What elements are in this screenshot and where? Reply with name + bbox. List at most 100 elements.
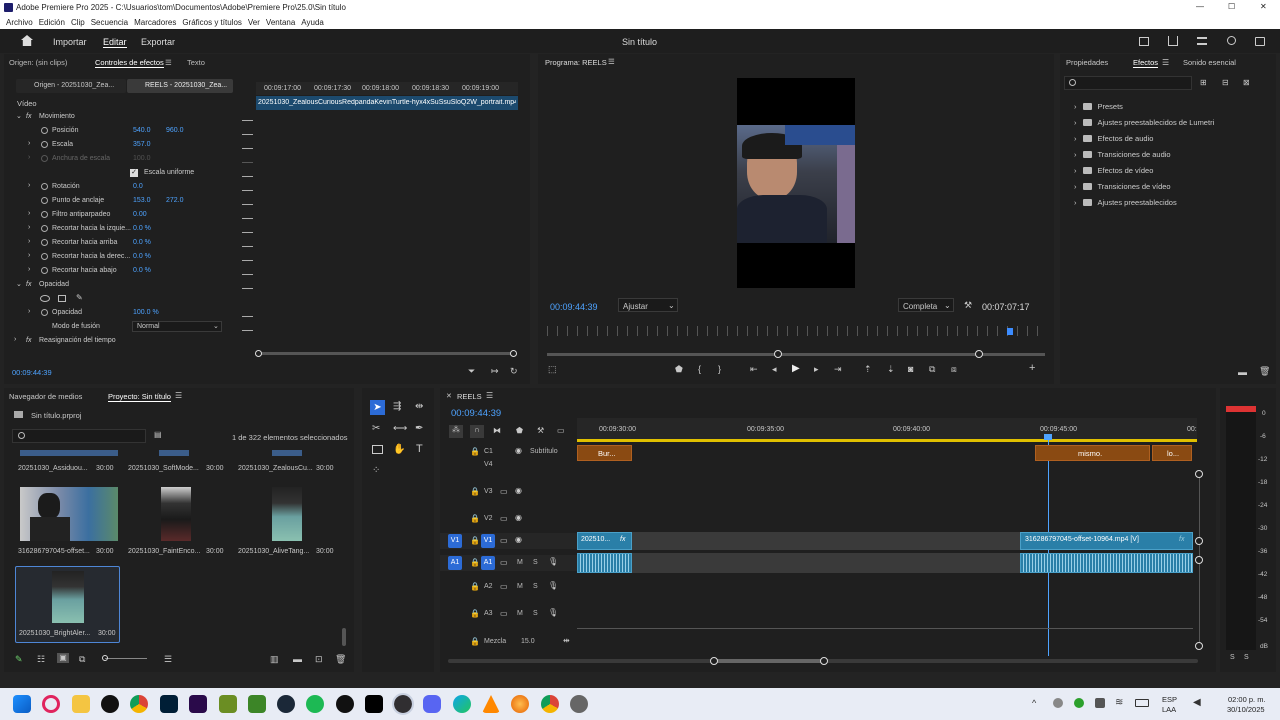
reset-icon[interactable] [242, 252, 253, 261]
opacity-row[interactable]: › Opacidad 100.0 % [4, 306, 254, 320]
tab-essential-sound[interactable]: Sonido esencial [1183, 58, 1236, 67]
timeline-zoom-handle-right[interactable] [820, 657, 828, 665]
lock-icon[interactable]: 🔒 [470, 609, 480, 618]
project-thumbnail[interactable] [272, 487, 302, 541]
caption-clip[interactable]: mismo. [1035, 445, 1150, 461]
project-thumbnail[interactable] [161, 487, 191, 541]
reset-icon[interactable] [242, 210, 253, 219]
tab-project[interactable]: Proyecto: Sin título [108, 392, 171, 402]
effects-folder-audio-transitions[interactable]: › Transiciones de audio [1074, 150, 1171, 159]
pen-tool-icon[interactable]: ✒ [415, 423, 423, 434]
tab-source[interactable]: Origen: (sin clips) [9, 58, 67, 67]
zoom-slider[interactable] [105, 658, 147, 659]
crop-bottom-row[interactable]: › Recortar hacia abajo 0.0 % [4, 264, 254, 278]
reset-icon[interactable] [242, 322, 253, 331]
panel-menu-icon[interactable]: ☰ [165, 58, 172, 67]
ec-clip-bar[interactable]: 20251030_ZealousCuriousRedpandaKevinTurt… [256, 96, 518, 110]
search-icon[interactable] [1227, 36, 1236, 45]
project-item-name[interactable]: 20251030_Assiduou... [18, 465, 88, 472]
meter-clip-indicator[interactable] [1226, 406, 1256, 412]
ripple-edit-tool-icon[interactable]: ⇹ [415, 401, 423, 412]
workspace-icon[interactable] [1139, 37, 1149, 46]
project-thumbnail[interactable] [20, 487, 118, 541]
go-to-end-icon[interactable]: ⇹ [563, 636, 570, 645]
antiflicker-row[interactable]: › Filtro antiparpadeo 0.00 [4, 208, 254, 222]
program-video-frame[interactable] [737, 78, 855, 288]
quick-export-icon[interactable] [1197, 37, 1207, 45]
source-patch-v1[interactable]: V1 [448, 534, 462, 548]
delete-icon[interactable]: 🗑 [1259, 366, 1270, 377]
tab-text[interactable]: Texto [187, 58, 205, 67]
timeline-ruler[interactable]: 00:09:30:00 00:09:35:00 00:09:40:00 00:0… [577, 418, 1197, 442]
linked-selection-icon[interactable]: ⧓ [493, 426, 501, 435]
rectangle-tool-icon[interactable] [372, 445, 383, 454]
tray-app-icon[interactable] [1053, 698, 1063, 708]
yuv-effects-icon[interactable]: ⊠ [1243, 78, 1250, 87]
project-scrollbar[interactable] [342, 628, 346, 646]
lock-icon[interactable]: 🔒 [470, 514, 480, 523]
volume-icon[interactable]: ◀ [1193, 697, 1201, 708]
program-menu-icon[interactable]: ☰ [608, 57, 615, 66]
track-target-a1[interactable]: A1 [481, 556, 495, 570]
program-ruler[interactable] [547, 326, 1045, 336]
visibility-eye-icon[interactable]: ◉ [515, 486, 522, 495]
razor-tool-icon[interactable]: ✂ [372, 423, 380, 434]
tray-app-icon-3[interactable] [1095, 698, 1105, 708]
mute-button[interactable]: M [517, 559, 523, 566]
effects-folder-audio-effects[interactable]: › Efectos de audio [1074, 134, 1153, 143]
caption-clip[interactable]: lo... [1152, 445, 1192, 461]
ellipse-mask-icon[interactable] [40, 295, 50, 302]
rect-mask-icon[interactable] [58, 295, 66, 302]
stopwatch-icon[interactable] [41, 141, 48, 148]
timeline-timecode[interactable]: 00:09:44:39 [451, 408, 501, 419]
timeline-zoom-handle-left[interactable] [710, 657, 718, 665]
timeline-settings-icon[interactable]: ⚒ [537, 426, 544, 435]
file-explorer-icon[interactable] [72, 695, 90, 713]
capcut-app-icon[interactable] [365, 695, 383, 713]
microphone-icon[interactable]: 🎙 [548, 608, 558, 617]
extract-icon[interactable]: ⇣ [887, 364, 895, 375]
program-zoom-handle-left[interactable] [774, 350, 782, 358]
source-patch-a1[interactable]: A1 [448, 556, 462, 570]
windows-start-icon[interactable] [13, 695, 31, 713]
automate-icon[interactable]: ▥ [270, 654, 279, 665]
program-zoom-bar[interactable] [547, 353, 1045, 356]
clip-tab-source[interactable]: Origen - 20251030_Zea... [16, 79, 126, 93]
reset-icon[interactable] [242, 266, 253, 275]
program-zoom-handle-right[interactable] [975, 350, 983, 358]
stopwatch-icon[interactable] [41, 309, 48, 316]
audio-clip[interactable] [1020, 553, 1193, 573]
tab-properties[interactable]: Propiedades [1066, 58, 1108, 67]
effects-folder-presets[interactable]: › Presets [1074, 102, 1123, 111]
ec-zoom-handle-right[interactable] [510, 350, 517, 357]
blend-mode-select[interactable]: Normal ⌄ [132, 321, 222, 332]
program-timecode[interactable]: 00:09:44:39 [550, 302, 598, 312]
mark-out-icon[interactable]: } [718, 364, 721, 374]
mute-button[interactable]: M [517, 583, 523, 590]
generative-extend-icon[interactable]: ⁘ [372, 465, 380, 476]
menu-secuencia[interactable]: Secuencia [91, 18, 128, 27]
menu-ver[interactable]: Ver [248, 18, 260, 27]
stopwatch-icon[interactable] [41, 127, 48, 134]
slip-tool-icon[interactable]: ⟷ [393, 423, 407, 434]
menu-edicion[interactable]: Edición [39, 18, 65, 27]
effects-folder-presets-2[interactable]: › Ajustes preestablecidos [1074, 198, 1177, 207]
mute-button[interactable]: M [517, 610, 523, 617]
capcut-icon[interactable] [101, 695, 119, 713]
menu-ventana[interactable]: Ventana [266, 18, 295, 27]
tab-effects[interactable]: Efectos [1133, 58, 1159, 68]
rotation-row[interactable]: › Rotación 0.0 [4, 180, 254, 194]
anchor-row[interactable]: Punto de anclaje 153.0 272.0 [4, 194, 254, 208]
stopwatch-icon[interactable] [41, 197, 48, 204]
effects-folder-lumetri[interactable]: › Ajustes preestablecidos de Lumetri [1074, 118, 1214, 127]
hand-tool-icon[interactable]: ✋ [393, 444, 405, 455]
visibility-eye-icon[interactable]: ◉ [515, 535, 522, 544]
tab-effect-controls[interactable]: Controles de efectos [95, 58, 164, 68]
vscroll-handle-top[interactable] [1195, 470, 1203, 478]
ec-timeline-ruler[interactable]: 00:09:17:00 00:09:17:30 00:09:18:00 00:0… [256, 82, 518, 95]
safe-margins-icon[interactable]: ⬚ [548, 364, 557, 375]
sort-icon[interactable]: ☰ [164, 654, 172, 665]
settings-gear-icon[interactable] [570, 695, 588, 713]
home-icon[interactable] [21, 35, 33, 46]
close-tab-icon[interactable]: ✕ [446, 392, 452, 400]
